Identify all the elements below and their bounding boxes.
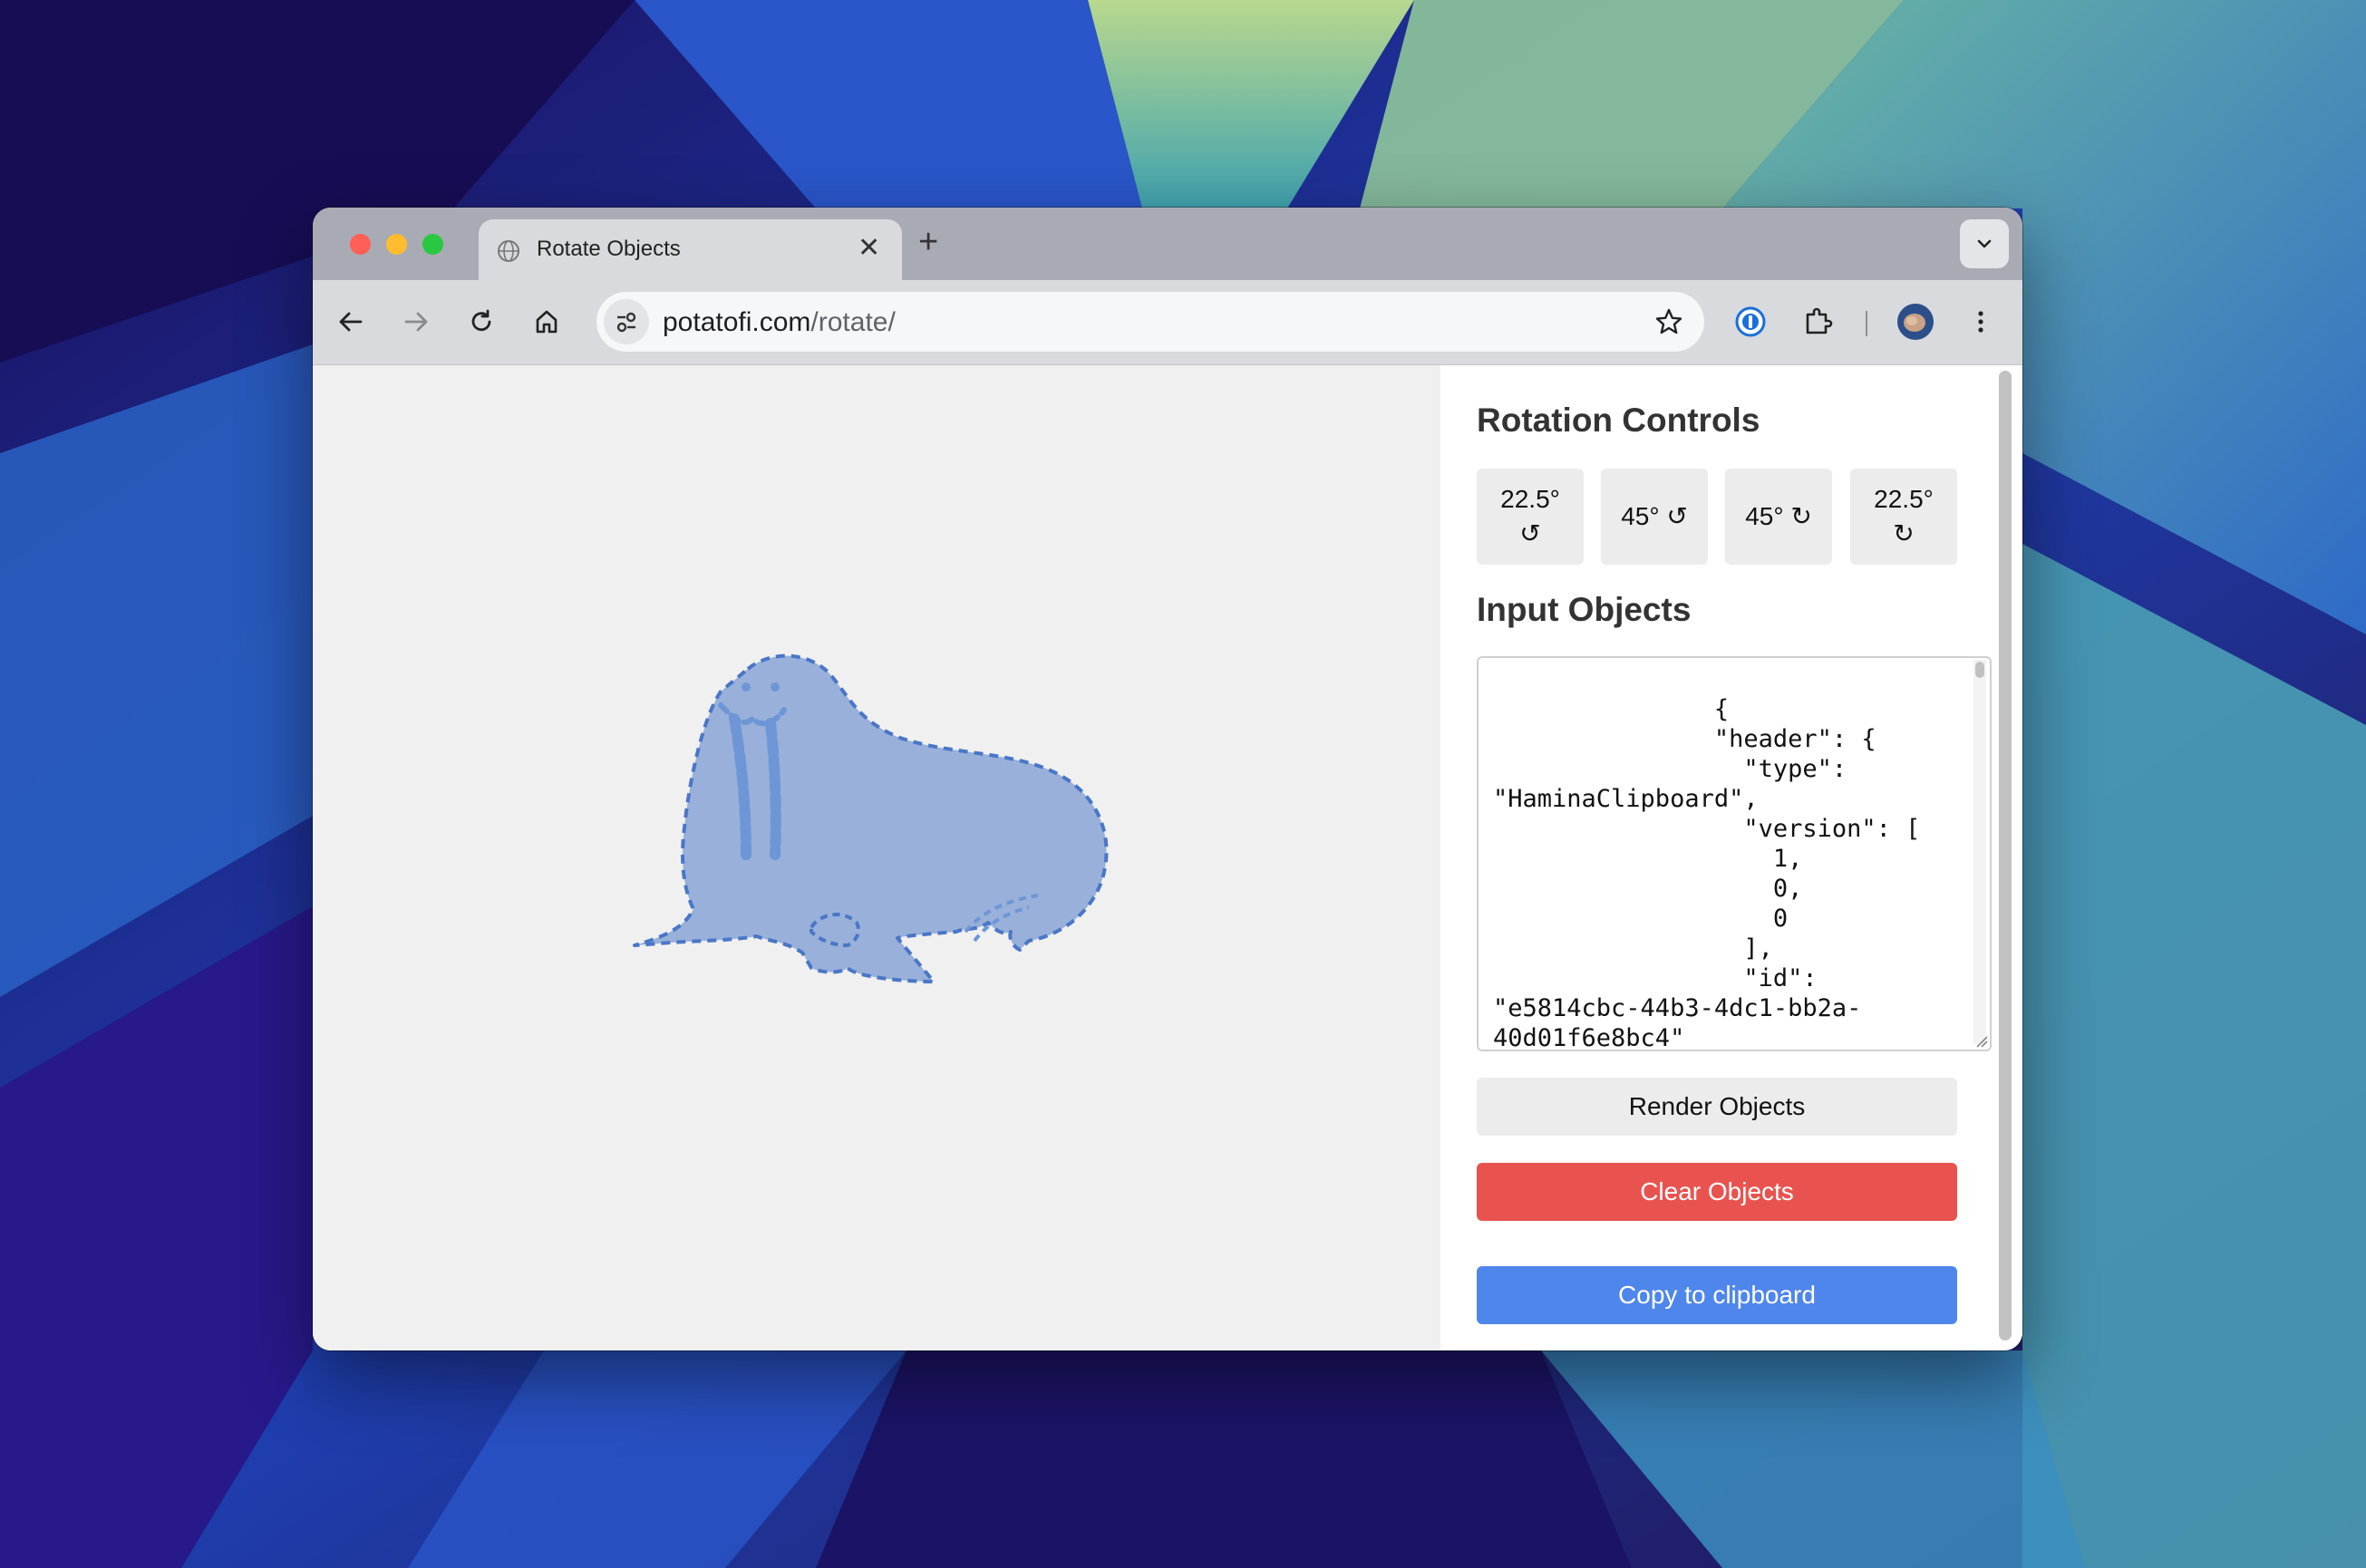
walrus-object[interactable] [585, 619, 1147, 1054]
page-scrollbar[interactable] [1999, 371, 2012, 1341]
rotate-ccw-45-button[interactable]: 45° ↺ [1601, 469, 1708, 565]
chevron-down-icon [1977, 239, 1992, 248]
home-button[interactable] [525, 300, 568, 344]
bookmark-button[interactable] [1648, 301, 1690, 343]
clear-objects-button[interactable]: Clear Objects [1477, 1163, 1957, 1221]
password-manager-extension[interactable] [1729, 300, 1772, 344]
url-text: potatofi.com/rotate/ [663, 307, 896, 338]
maximize-window-button[interactable] [422, 234, 443, 255]
arrow-left-icon [339, 312, 363, 332]
close-tab-icon[interactable]: ✕ [858, 232, 880, 265]
render-objects-button[interactable]: Render Objects [1477, 1078, 1957, 1136]
rotate-cw-icon: ↻ [1893, 519, 1915, 547]
controls-panel: Rotation Controls 22.5° ↺ 45° ↺ 45° ↻ 22.… [1440, 365, 2022, 1350]
resize-handle-icon[interactable] [1973, 1033, 1988, 1048]
new-tab-button[interactable]: + [918, 224, 938, 260]
extensions-button[interactable] [1796, 300, 1839, 344]
close-window-button[interactable] [350, 234, 371, 255]
rotate-ccw-22-5-label: 22.5° ↺ [1500, 485, 1560, 547]
rotation-controls-heading: Rotation Controls [1477, 402, 1760, 439]
browser-window: Rotate Objects ✕ + potatofi.com/rotate/ … [313, 208, 2022, 1350]
profile-avatar[interactable] [1894, 300, 1937, 344]
rotate-ccw-22-5-button[interactable]: 22.5° ↺ [1477, 469, 1584, 565]
tab-search-button[interactable] [1960, 219, 2009, 268]
site-info-button[interactable] [604, 299, 649, 344]
copy-to-clipboard-button[interactable]: Copy to clipboard [1477, 1266, 1957, 1324]
tab-bar: Rotate Objects ✕ + [313, 208, 2022, 280]
url-host: potatofi.com [663, 307, 811, 337]
rotate-ccw-icon: ↺ [1519, 519, 1541, 547]
input-objects-json: { "header": { "type": "HaminaClipboard",… [1493, 695, 1921, 1051]
toolbar-divider [1866, 311, 1867, 336]
home-icon [536, 310, 558, 334]
avatar [1897, 304, 1934, 340]
arrow-right-icon [404, 312, 428, 332]
render-canvas[interactable] [313, 365, 1440, 1350]
browser-menu-button[interactable] [1959, 300, 2002, 344]
rotate-cw-22-5-label: 22.5° ↻ [1874, 485, 1934, 547]
globe-icon [498, 240, 519, 262]
forward-button[interactable] [394, 300, 438, 344]
address-bar[interactable]: potatofi.com/rotate/ [596, 292, 1704, 352]
input-objects-textarea[interactable]: { "header": { "type": "HaminaClipboard",… [1477, 656, 1992, 1051]
page-content: Rotation Controls 22.5° ↺ 45° ↺ 45° ↻ 22.… [313, 365, 2022, 1350]
more-vertical-icon [1978, 311, 1983, 333]
tab-rotate-objects[interactable]: Rotate Objects ✕ [479, 219, 902, 280]
reload-icon [471, 309, 491, 332]
rotate-cw-22-5-button[interactable]: 22.5° ↻ [1850, 469, 1957, 565]
textarea-scrollbar[interactable] [1973, 660, 1986, 1044]
minimize-window-button[interactable] [386, 234, 407, 255]
reload-button[interactable] [460, 300, 503, 344]
tune-icon [616, 312, 636, 333]
browser-toolbar: potatofi.com/rotate/ [313, 280, 2022, 365]
textarea-scroll-thumb[interactable] [1975, 662, 1984, 678]
rotate-cw-45-button[interactable]: 45° ↻ [1725, 469, 1832, 565]
puzzle-icon [1806, 307, 1833, 334]
star-icon [1655, 308, 1682, 334]
password-manager-icon [1735, 306, 1766, 337]
back-button[interactable] [329, 300, 373, 344]
tab-title: Rotate Objects [537, 237, 681, 261]
url-path: /rotate/ [810, 307, 896, 337]
input-objects-heading: Input Objects [1477, 591, 1692, 628]
